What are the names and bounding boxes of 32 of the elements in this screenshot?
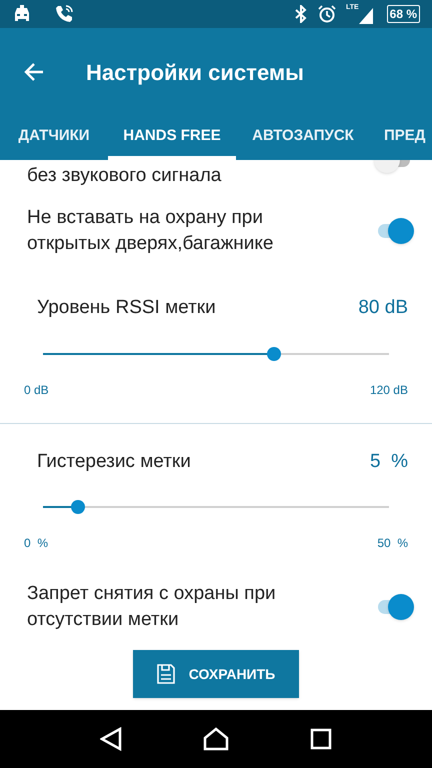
signal-icon [358, 6, 373, 24]
slider-label: Уровень RSSI метки [37, 296, 216, 320]
max-label: 120 dB [370, 382, 408, 398]
tab[interactable]: ДАТЧИКИ [0, 116, 108, 160]
save-icon [156, 664, 175, 684]
back-icon[interactable] [100, 727, 122, 751]
recents-icon[interactable] [310, 728, 332, 750]
phone-icon [54, 4, 74, 24]
battery-icon: 68 % [386, 5, 420, 23]
setting-label: Не вставать на охрану при открытых дверях,багажнике [27, 206, 274, 256]
bluetooth-icon [294, 5, 308, 23]
save-button[interactable]: СОХРАНИТЬ [133, 650, 299, 698]
setting-label: без звукового сигнала [27, 164, 222, 188]
max-label: 50 % [377, 535, 408, 552]
setting-label: Запрет снятия с охраны при отсутствии метки [27, 582, 277, 632]
min-label: 0 % [24, 535, 48, 552]
slider-thumb[interactable] [70, 500, 85, 514]
slider-track[interactable] [43, 500, 389, 514]
car-icon [12, 5, 32, 23]
slider-value: 5 % [370, 450, 408, 474]
back-arrow-icon[interactable] [24, 63, 44, 81]
tab[interactable]: ПРЕД [370, 116, 432, 160]
slider-label: Гистерезис метки [37, 450, 191, 474]
min-label: 0 dB [24, 382, 49, 398]
slider-thumb[interactable] [266, 346, 281, 360]
home-icon[interactable] [202, 727, 229, 751]
tab[interactable]: HANDS FREE [108, 116, 236, 160]
slider-track[interactable] [43, 346, 389, 360]
screen-title: Настройки системы [86, 58, 304, 87]
slider-value: 80 dB [358, 296, 408, 320]
tab[interactable]: АВТОЗАПУСК [236, 116, 370, 160]
alarm-icon [318, 5, 336, 23]
